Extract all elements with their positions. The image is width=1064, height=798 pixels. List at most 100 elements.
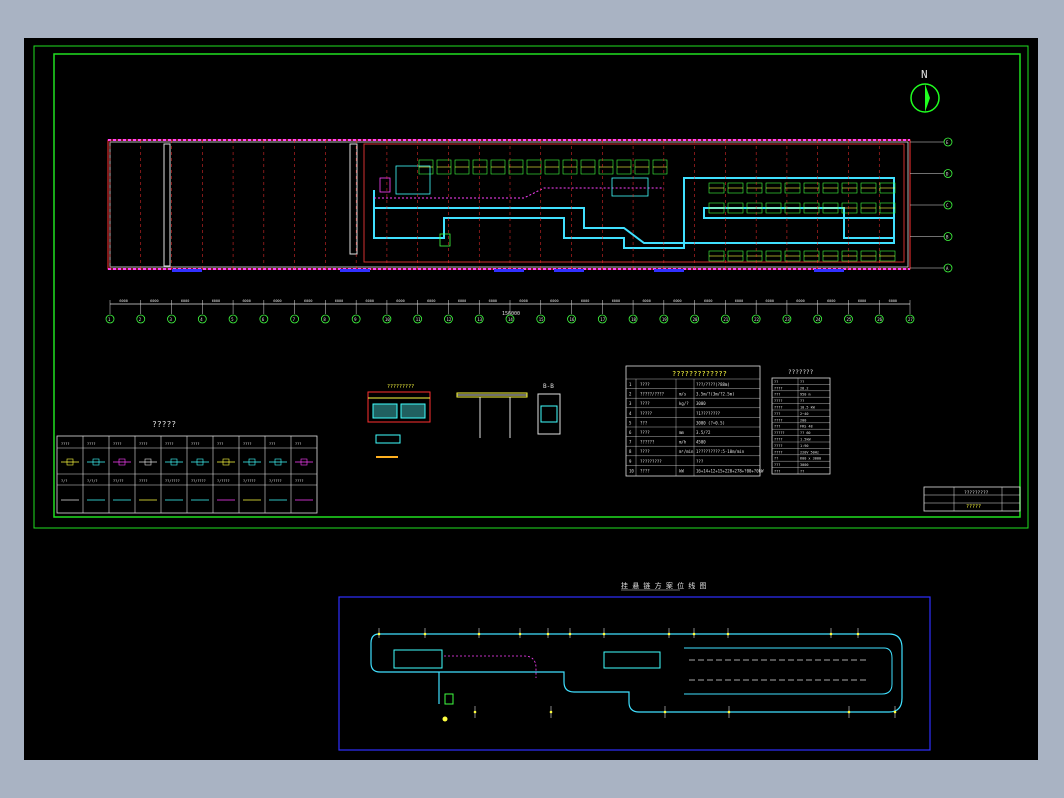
- title-block-name: ?????: [966, 504, 981, 510]
- col-axis-label: 15: [539, 317, 544, 322]
- col-axis-label: 8: [323, 317, 326, 322]
- equip-label: ????: [774, 450, 782, 454]
- param-value: 4500: [696, 440, 706, 445]
- legend-label: ???: [269, 442, 275, 446]
- equipment-table: ??????? ???????? 28.2??? 950 m?????????? 10…: [771, 369, 831, 475]
- equip-value: FRS 48: [800, 425, 813, 429]
- equip-label: ???: [774, 393, 780, 397]
- col-axis-label: 26: [877, 317, 882, 322]
- dimension-label: 6000: [150, 299, 158, 303]
- equip-value: 220V 50Hz: [800, 450, 819, 454]
- legend-label: ????: [139, 479, 147, 483]
- equip-label: ?????: [774, 431, 785, 435]
- param-name: ????: [640, 468, 650, 473]
- param-number: 5: [629, 420, 632, 425]
- dimension-label: 6000: [550, 299, 558, 303]
- dimension-label: 6000: [489, 299, 497, 303]
- dimension-label: 6000: [766, 299, 774, 303]
- equip-label: ????: [774, 438, 782, 442]
- param-number: 6: [629, 430, 632, 435]
- param-unit: kW: [679, 468, 684, 473]
- param-value: 3.5m/?(3m/?2.5m): [696, 392, 735, 397]
- parameters-table: ????????????? 1???? ???/????(?88m) 2 ?????/…: [625, 365, 764, 477]
- equip-label: ????: [774, 444, 782, 448]
- dimension-label: 6000: [642, 299, 650, 303]
- col-axis-label: 27: [908, 317, 913, 322]
- dimension-label: 6000: [366, 299, 374, 303]
- equip-title: ???????: [788, 369, 814, 376]
- param-value: ???: [696, 459, 704, 464]
- param-value: 1?????????:5-10m/min: [696, 449, 745, 454]
- col-axis-label: 17: [600, 317, 605, 322]
- param-name: ????: [640, 401, 650, 406]
- legend-label: ???: [295, 442, 301, 446]
- col-axis-label: 13: [477, 317, 482, 322]
- equip-label: ????: [774, 399, 782, 403]
- legend-label: ????: [165, 442, 173, 446]
- drawing-canvas[interactable]: N 6000 6000 6000 6000 6000 6000 6000 6000 6000 60…: [24, 38, 1038, 760]
- param-name: ??????: [640, 440, 655, 445]
- col-axis-label: 10: [385, 317, 390, 322]
- param-name: ?????/????: [640, 392, 665, 397]
- col-axis-label: 16: [570, 317, 575, 322]
- dimension-label: 6000: [396, 299, 404, 303]
- col-axis-label: 9: [354, 317, 357, 322]
- row-axis-label: B: [946, 235, 949, 240]
- north-arrow: N: [910, 68, 940, 113]
- col-axis-label: 22: [754, 317, 759, 322]
- col-axis-label: 18: [631, 317, 636, 322]
- row-axis-label: A: [946, 266, 949, 271]
- equip-label: ????: [774, 418, 782, 422]
- dimension-label: 6000: [519, 299, 527, 303]
- param-name: ?????????: [640, 459, 662, 464]
- grid-axis-bubbles: 1 2 3 4 5 6 7 8 9 10 11 12 13 14 15 16 17 18 19 20 21 22 23 24 2…: [105, 137, 953, 324]
- col-axis-label: 14: [508, 317, 513, 322]
- route-markers: [377, 628, 897, 718]
- equip-value: 10.5 kW: [800, 406, 816, 410]
- col-axis-label: 3: [170, 317, 173, 322]
- param-number: 8: [629, 449, 632, 454]
- row-axis-label: C: [946, 203, 949, 208]
- legend-label: ??/????: [165, 479, 180, 483]
- col-axis-label: 20: [693, 317, 698, 322]
- legend-label: ????: [243, 442, 251, 446]
- floor-plan: [107, 139, 911, 270]
- col-axis-label: 25: [846, 317, 851, 322]
- param-name: ????: [640, 449, 650, 454]
- legend-label: ????: [295, 479, 303, 483]
- north-label: N: [921, 68, 928, 81]
- param-name: ????: [640, 382, 650, 387]
- equip-value: 600 x 3000: [800, 457, 821, 461]
- param-number: 2: [629, 392, 632, 397]
- dimension-label: 6000: [242, 299, 250, 303]
- legend-label: ????: [139, 442, 147, 446]
- param-value: ???/????(?88m): [696, 382, 730, 387]
- col-axis-label: 21: [723, 317, 728, 322]
- outer-frame: [33, 45, 1029, 529]
- dimension-label: 6000: [796, 299, 804, 303]
- col-axis-label: 19: [662, 317, 667, 322]
- equip-value: ?? 60: [800, 431, 811, 435]
- param-value: ?1????????: [696, 411, 721, 416]
- legend-label: ????: [61, 442, 69, 446]
- param-unit: m³/min: [679, 449, 694, 454]
- param-number: 10: [629, 468, 634, 473]
- dimension-label: 6000: [858, 299, 866, 303]
- legend-table: ????? ??????????????????????????????????…: [56, 420, 318, 514]
- dimension-label: 6000: [335, 299, 343, 303]
- legend-label: ??/????: [191, 479, 206, 483]
- equip-value: ??: [800, 470, 804, 474]
- dimension-labels: 6000 6000 6000 6000 6000 6000 6000 6000 6000 6000…: [119, 299, 897, 303]
- title-block: ????????? ?????: [923, 486, 1021, 512]
- section-details: ????????? B-B: [367, 383, 561, 458]
- equip-label: ???: [774, 412, 780, 416]
- col-axis-label: 6: [262, 317, 265, 322]
- equip-value: 3000: [800, 463, 808, 467]
- param-unit: kg/?: [679, 401, 689, 406]
- equip-value: 1.5kW: [800, 438, 811, 442]
- dimension-label: 6000: [427, 299, 435, 303]
- legend-label: ?/?: [61, 479, 67, 483]
- legend-title: ?????: [152, 420, 176, 429]
- dimension-label: 6000: [119, 299, 127, 303]
- param-value: 16+14+12+15+220+278+?00+?0kW: [696, 468, 764, 473]
